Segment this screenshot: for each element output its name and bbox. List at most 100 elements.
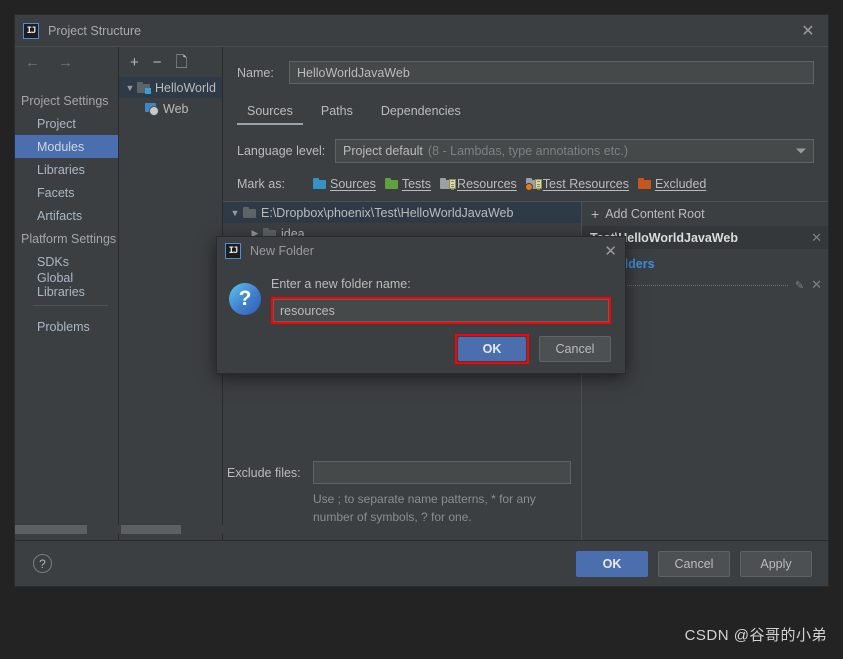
new-folder-name-input[interactable]	[273, 299, 609, 322]
close-icon[interactable]: ✕	[811, 230, 822, 246]
mark-as-test-resources-button[interactable]: Test Resources	[524, 177, 629, 191]
new-folder-titlebar: IJ New Folder ✕	[217, 237, 625, 265]
dialog-button-bar: ? OK Cancel Apply	[15, 540, 828, 586]
sidebar-item-global-libraries[interactable]: Global Libraries	[15, 271, 118, 299]
mark-as-tests-button[interactable]: Tests	[384, 177, 432, 191]
ok-button[interactable]: OK	[576, 550, 648, 577]
settings-sidebar: ← → Project Settings Project Modules Lib…	[15, 47, 119, 540]
ok-button-highlight: OK	[455, 334, 529, 364]
folder-icon	[243, 207, 256, 218]
new-folder-ok-button[interactable]: OK	[458, 337, 526, 361]
mark-as-excluded-label: Excluded	[654, 177, 707, 191]
question-mark-icon[interactable]: ?	[33, 554, 52, 573]
close-icon[interactable]: ✕	[794, 19, 822, 43]
folder-test-resources-icon	[524, 178, 542, 191]
module-tree-node-helloworld[interactable]: ▼ HelloWorld	[119, 77, 222, 98]
new-folder-title: New Folder	[250, 244, 314, 258]
plus-icon[interactable]: +	[130, 55, 139, 70]
module-tree-toolbar: + − 🗋	[119, 47, 222, 77]
mark-as-label: Mark as:	[237, 177, 285, 191]
scrollbar-thumb[interactable]	[15, 525, 87, 534]
mark-as-resources-label: Resources	[457, 177, 517, 191]
intellij-idea-logo: IJ	[23, 22, 39, 39]
exclude-files-hint: Use ; to separate name patterns, * for a…	[313, 492, 536, 524]
close-icon[interactable]: ✕	[811, 277, 822, 293]
module-name-input[interactable]	[289, 61, 814, 84]
mark-as-tests-label: Tests	[401, 177, 432, 191]
module-name-row: Name:	[223, 47, 828, 84]
exclude-files-label: Exclude files:	[227, 465, 301, 480]
cancel-button[interactable]: Cancel	[658, 550, 730, 577]
module-tree-horizontal-scrollbar[interactable]	[119, 525, 223, 534]
module-tree-panel: + − 🗋 ▼ HelloWorld Web	[119, 47, 223, 540]
sidebar-item-libraries[interactable]: Libraries	[15, 158, 118, 181]
chevron-down-icon[interactable]: ▼	[123, 83, 137, 93]
close-icon[interactable]: ✕	[604, 242, 617, 260]
intellij-idea-logo: IJ	[225, 243, 241, 259]
sidebar-divider	[33, 305, 108, 306]
sidebar-item-project[interactable]: Project	[15, 112, 118, 135]
folder-sources-icon	[313, 178, 327, 190]
module-tree-node-label: Web	[163, 101, 189, 116]
sidebar-item-artifacts[interactable]: Artifacts	[15, 204, 118, 227]
window-title: Project Structure	[48, 23, 142, 38]
new-folder-dialog: IJ New Folder ✕ ? Enter a new folder nam…	[216, 236, 626, 374]
sidebar-group-project-settings: Project Settings	[21, 93, 109, 108]
chevron-down-icon[interactable]: ▼	[227, 208, 243, 218]
tab-dependencies[interactable]: Dependencies	[371, 100, 471, 125]
new-folder-cancel-button[interactable]: Cancel	[539, 336, 611, 362]
language-level-select[interactable]: Project default (8 - Lambdas, type annot…	[335, 139, 814, 163]
content-root-row[interactable]: ▼ E:\Dropbox\phoenix\Test\HelloWorldJava…	[223, 202, 581, 223]
sidebar-item-list: Project Settings Project Modules Librari…	[15, 77, 118, 540]
new-folder-fields: Enter a new folder name:	[271, 271, 611, 324]
folder-resources-icon	[440, 178, 457, 190]
language-level-hint: (8 - Lambdas, type annotations etc.)	[427, 144, 629, 158]
apply-button[interactable]: Apply	[740, 550, 812, 577]
pencil-icon[interactable]: ✎	[795, 279, 804, 292]
arrow-left-icon[interactable]: ←	[25, 55, 40, 70]
tab-sources[interactable]: Sources	[237, 100, 303, 125]
mark-as-sources-button[interactable]: Sources	[313, 177, 376, 191]
sidebar-horizontal-scrollbar[interactable]	[15, 525, 119, 534]
module-tree-node-web[interactable]: Web	[119, 98, 222, 119]
new-folder-body: ? Enter a new folder name:	[217, 265, 625, 324]
minus-icon[interactable]: −	[153, 55, 162, 70]
exclude-files-area: Exclude files: Use ; to separate name pa…	[223, 461, 581, 540]
language-level-row: Language level: Project default (8 - Lam…	[223, 125, 828, 163]
folder-tests-icon	[384, 178, 399, 190]
mark-as-test-resources-label: Test Resources	[542, 177, 629, 191]
watermark: CSDN @谷哥的小弟	[684, 627, 827, 644]
new-folder-prompt: Enter a new folder name:	[271, 277, 411, 291]
add-content-root-button[interactable]: + Add Content Root	[582, 202, 828, 226]
module-tree-node-label: HelloWorld	[155, 80, 216, 95]
content-root-path: E:\Dropbox\phoenix\Test\HelloWorldJavaWe…	[261, 205, 514, 220]
plus-icon: +	[591, 206, 600, 222]
tab-paths[interactable]: Paths	[311, 100, 363, 125]
exclude-files-input[interactable]	[313, 461, 571, 485]
window-titlebar: IJ Project Structure ✕	[15, 15, 828, 47]
sidebar-group-platform-settings: Platform Settings	[21, 231, 117, 246]
mark-as-resources-button[interactable]: Resources	[440, 177, 517, 191]
settings-tabs: Sources Paths Dependencies	[223, 84, 828, 125]
module-tree: ▼ HelloWorld Web	[119, 77, 222, 540]
new-folder-input-highlight	[271, 297, 611, 324]
arrow-right-icon[interactable]: →	[58, 55, 73, 70]
module-folder-icon	[137, 82, 151, 94]
sidebar-item-facets[interactable]: Facets	[15, 181, 118, 204]
question-mark-icon: ?	[229, 283, 261, 315]
language-level-value: Project default	[343, 144, 423, 158]
mark-as-sources-label: Sources	[330, 177, 376, 191]
sidebar-item-problems[interactable]: Problems	[15, 315, 118, 338]
exclude-files-row: Exclude files:	[223, 461, 581, 485]
web-facet-icon	[145, 102, 159, 116]
scrollbar-thumb[interactable]	[121, 525, 181, 534]
mark-as-row: Mark as: Sources Tests Resources Test Re…	[223, 163, 828, 191]
language-level-label: Language level:	[237, 144, 326, 158]
copy-icon[interactable]: 🗋	[176, 55, 188, 70]
folder-excluded-icon	[637, 178, 652, 190]
module-name-label: Name:	[237, 65, 274, 80]
add-content-root-label: Add Content Root	[605, 207, 705, 221]
chevron-down-icon[interactable]	[796, 148, 806, 154]
sidebar-item-modules[interactable]: Modules	[15, 135, 118, 158]
mark-as-excluded-button[interactable]: Excluded	[637, 177, 707, 191]
